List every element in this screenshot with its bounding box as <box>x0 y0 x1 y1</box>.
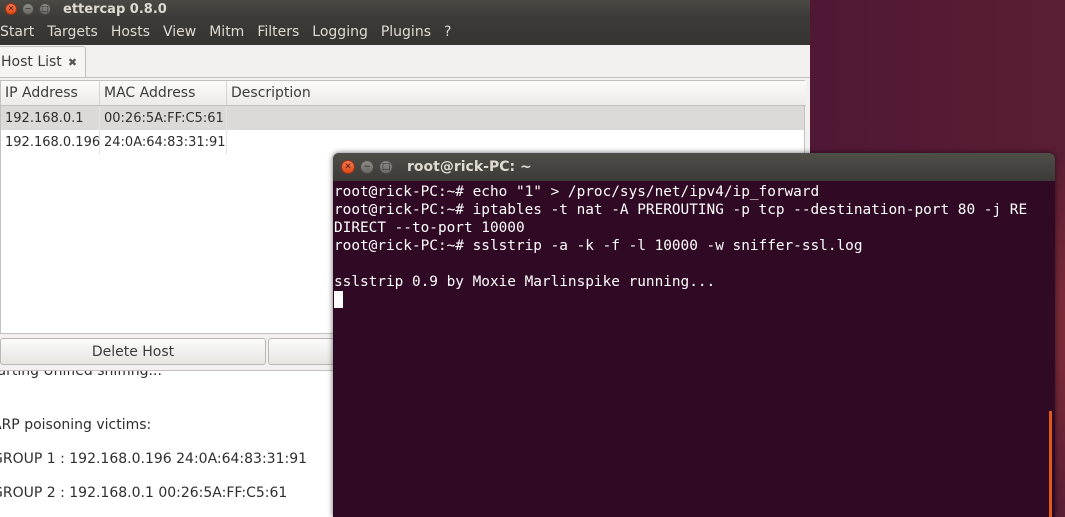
menubar: Start Targets Hosts View Mitm Filters Lo… <box>0 18 810 45</box>
menu-plugins[interactable]: Plugins <box>381 24 431 40</box>
menu-help[interactable]: ? <box>444 24 451 40</box>
log-line: tarting Unified sniffing... <box>0 370 162 379</box>
terminal-titlebar[interactable]: ✕ − □ root@rick-PC: ~ <box>333 153 1055 181</box>
log-line: GROUP 1 : 192.168.0.196 24:0A:64:83:31:9… <box>0 451 308 467</box>
column-header-ip[interactable]: IP Address <box>1 81 100 105</box>
tab-label: Host List <box>1 54 62 70</box>
ettercap-titlebar[interactable]: ✕ − □ ettercap 0.8.0 <box>0 0 810 18</box>
terminal-line: root@rick-PC:~# iptables -t nat -A PRERO… <box>334 202 1028 218</box>
column-header-description[interactable]: Description <box>227 81 805 105</box>
menu-targets[interactable]: Targets <box>47 24 98 40</box>
log-line: GROUP 2 : 192.168.0.1 00:26:5A:FF:C5:61 <box>0 485 288 501</box>
menu-logging[interactable]: Logging <box>312 24 368 40</box>
terminal-line: root@rick-PC:~# sslstrip -a -k -f -l 100… <box>334 238 863 254</box>
tab-host-list[interactable]: Host List ✖ <box>0 46 86 77</box>
terminal-line: root@rick-PC:~# echo "1" > /proc/sys/net… <box>334 184 820 200</box>
maximize-icon[interactable]: □ <box>379 160 393 174</box>
terminal-window[interactable]: ✕ − □ root@rick-PC: ~ root@rick-PC:~# ec… <box>333 153 1055 517</box>
terminal-line: DIRECT --to-port 10000 <box>334 220 525 236</box>
minimize-icon[interactable]: − <box>360 160 374 174</box>
minimize-icon[interactable]: − <box>22 3 34 15</box>
menu-mitm[interactable]: Mitm <box>209 24 244 40</box>
menu-view[interactable]: View <box>163 24 196 40</box>
maximize-icon[interactable]: □ <box>39 3 51 15</box>
menu-hosts[interactable]: Hosts <box>111 24 150 40</box>
table-row[interactable]: 192.168.0.196 24:0A:64:83:31:91 <box>1 130 804 154</box>
cell-ip: 192.168.0.196 <box>1 130 100 154</box>
window-title: ettercap 0.8.0 <box>63 1 167 17</box>
delete-host-button[interactable]: Delete Host <box>0 338 266 365</box>
text-cursor <box>334 291 343 308</box>
tab-strip: Host List ✖ <box>0 45 810 78</box>
terminal-scrollbar[interactable] <box>1049 411 1052 517</box>
terminal-title: root@rick-PC: ~ <box>407 159 532 175</box>
column-header-mac[interactable]: MAC Address <box>100 81 227 105</box>
terminal-output[interactable]: root@rick-PC:~# echo "1" > /proc/sys/net… <box>334 181 1055 517</box>
table-row[interactable]: 192.168.0.1 00:26:5A:FF:C5:61 <box>1 106 804 130</box>
close-icon[interactable]: ✕ <box>341 160 355 174</box>
cell-description <box>227 130 804 154</box>
table-header: IP Address MAC Address Description <box>1 81 806 106</box>
menu-filters[interactable]: Filters <box>257 24 299 40</box>
close-icon[interactable]: ✕ <box>5 3 17 15</box>
tab-close-icon[interactable]: ✖ <box>68 56 77 69</box>
cell-mac: 00:26:5A:FF:C5:61 <box>100 106 227 130</box>
cell-mac: 24:0A:64:83:31:91 <box>100 130 227 154</box>
terminal-line: sslstrip 0.9 by Moxie Marlinspike runnin… <box>334 274 716 290</box>
log-line: ARP poisoning victims: <box>0 417 152 433</box>
menu-start[interactable]: Start <box>0 24 34 40</box>
cell-description <box>227 106 804 130</box>
cell-ip: 192.168.0.1 <box>1 106 100 130</box>
